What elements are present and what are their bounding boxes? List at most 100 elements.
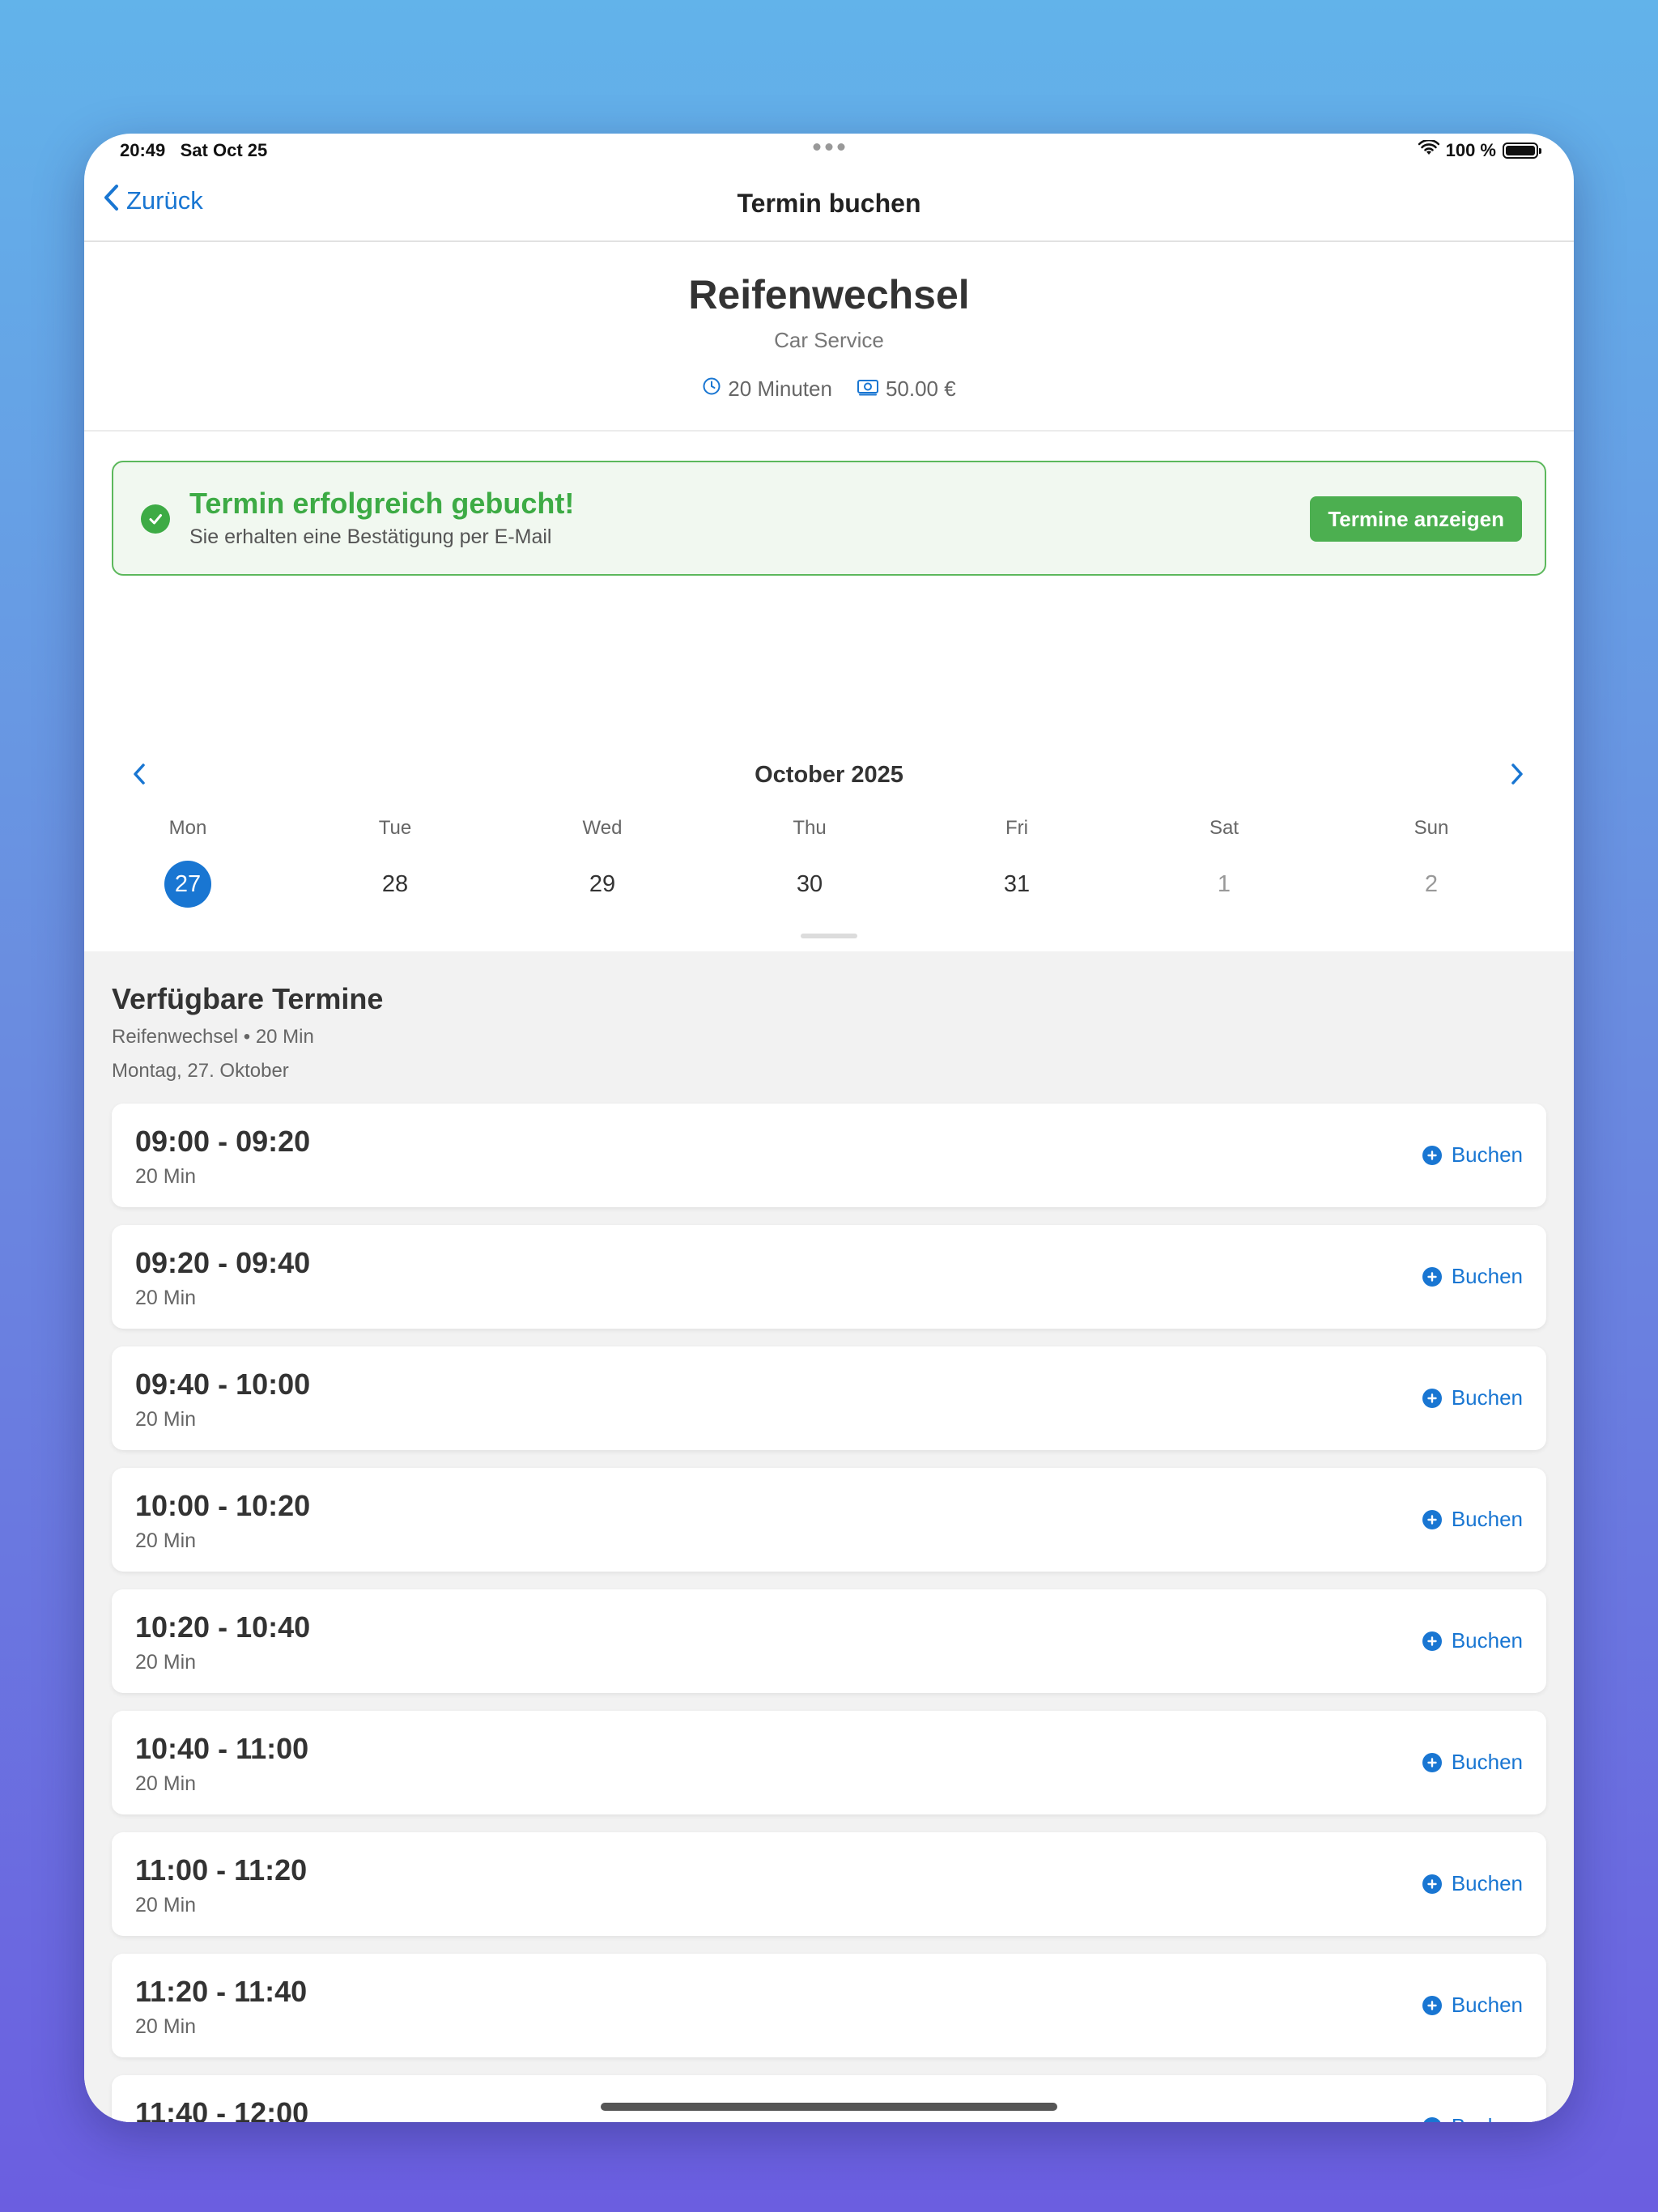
day-button[interactable]: 1 — [1201, 861, 1248, 908]
home-indicator[interactable] — [601, 2103, 1057, 2111]
time-slot-card[interactable]: 11:00 - 11:20 20 Min Buchen — [112, 1832, 1546, 1936]
day-button[interactable]: 31 — [993, 861, 1040, 908]
day-cell: 31 — [913, 861, 1120, 908]
time-slot-card[interactable]: 09:40 - 10:00 20 Min Buchen — [112, 1346, 1546, 1450]
slot-time: 09:40 - 10:00 — [135, 1368, 311, 1401]
chevron-left-icon — [102, 184, 120, 218]
book-button[interactable]: Buchen — [1422, 2114, 1523, 2122]
book-button[interactable]: Buchen — [1422, 1871, 1523, 1896]
price-info: 50.00 € — [857, 376, 956, 402]
success-message: Sie erhalten eine Bestätigung per E-Mail — [189, 525, 552, 548]
slots-date-label: Montag, 27. Oktober — [112, 1060, 289, 1082]
success-banner: Termin erfolgreich gebucht! Sie erhalten… — [112, 461, 1546, 576]
navigation-bar: Zurück Termin buchen — [84, 166, 1574, 242]
day-cell: 27 — [84, 861, 291, 908]
slot-time: 09:00 - 09:20 — [135, 1125, 311, 1158]
day-button[interactable]: 29 — [579, 861, 626, 908]
book-label: Buchen — [1451, 1264, 1523, 1288]
day-button[interactable]: 28 — [372, 861, 419, 908]
day-cell: 30 — [706, 861, 913, 908]
book-button[interactable]: Buchen — [1422, 1507, 1523, 1532]
slot-duration: 20 Min — [135, 1529, 197, 1552]
book-button[interactable]: Buchen — [1422, 1750, 1523, 1775]
time-slot-card[interactable]: 10:00 - 10:20 20 Min Buchen — [112, 1468, 1546, 1572]
back-label: Zurück — [126, 186, 203, 215]
slot-time: 11:20 - 11:40 — [135, 1975, 308, 2008]
slot-duration: 20 Min — [135, 1287, 197, 1309]
book-label: Buchen — [1451, 1628, 1523, 1653]
book-button[interactable]: Buchen — [1422, 1142, 1523, 1168]
book-label: Buchen — [1451, 1993, 1523, 2017]
book-label: Buchen — [1451, 1871, 1523, 1895]
status-date: Sat Oct 25 — [180, 140, 268, 160]
money-icon — [857, 376, 879, 402]
next-week-button[interactable] — [1509, 762, 1525, 790]
slot-duration: 20 Min — [135, 1408, 197, 1431]
day-button[interactable]: 30 — [786, 861, 833, 908]
status-bar: 20:49 Sat Oct 25 100 % — [84, 134, 1574, 166]
plus-circle-icon — [1422, 1145, 1442, 1165]
slot-time: 11:00 - 11:20 — [135, 1853, 308, 1887]
success-title: Termin erfolgreich gebucht! — [189, 487, 575, 520]
duration-info: 20 Minuten — [702, 376, 832, 402]
time-slot-card[interactable]: 09:00 - 09:20 20 Min Buchen — [112, 1104, 1546, 1207]
slot-time: 11:40 - 12:00 — [135, 2096, 309, 2122]
plus-circle-icon — [1422, 1388, 1442, 1408]
slot-time: 10:00 - 10:20 — [135, 1489, 311, 1522]
plus-circle-icon — [1422, 1509, 1442, 1529]
service-price: 50.00 € — [885, 376, 956, 401]
book-button[interactable]: Buchen — [1422, 1993, 1523, 2018]
sheet-handle[interactable] — [801, 934, 857, 938]
book-button[interactable]: Buchen — [1422, 1385, 1523, 1410]
weekday-label: Tue — [378, 817, 412, 839]
clock-icon — [702, 376, 721, 402]
battery-icon — [1503, 143, 1541, 159]
book-label: Buchen — [1451, 1142, 1523, 1167]
weekday-label: Sat — [1209, 817, 1239, 839]
time-slot-card[interactable]: 10:20 - 10:40 20 Min Buchen — [112, 1589, 1546, 1693]
book-button[interactable]: Buchen — [1422, 1628, 1523, 1653]
plus-circle-icon — [1422, 1752, 1442, 1772]
service-category: Car Service — [774, 328, 884, 352]
slot-duration: 20 Min — [135, 1894, 197, 1916]
slot-duration: 20 Min — [135, 2015, 197, 2038]
weekday-label: Thu — [793, 817, 827, 839]
slot-duration: 20 Min — [135, 1165, 197, 1188]
checkmark-circle-icon — [141, 504, 170, 534]
slot-time: 09:20 - 09:40 — [135, 1246, 311, 1279]
weekday-label: Sun — [1414, 817, 1449, 839]
day-button[interactable]: 2 — [1408, 861, 1455, 908]
slot-time: 10:20 - 10:40 — [135, 1610, 311, 1644]
day-row: 27 28 29 30 31 1 2 — [84, 861, 1574, 908]
page-title: Termin buchen — [737, 189, 921, 218]
wifi-icon — [1418, 138, 1439, 161]
slots-service-summary: Reifenwechsel • 20 Min — [112, 1026, 314, 1048]
time-slot-card[interactable]: 11:40 - 12:0020 MinBuchen — [112, 2075, 1546, 2122]
day-cell: 2 — [1328, 861, 1535, 908]
calendar-month: October 2025 — [755, 762, 903, 788]
plus-circle-icon — [1422, 1266, 1442, 1287]
back-button[interactable]: Zurück — [102, 184, 203, 218]
multitasking-dots-icon[interactable] — [813, 143, 845, 151]
book-button[interactable]: Buchen — [1422, 1264, 1523, 1289]
book-label: Buchen — [1451, 1750, 1523, 1774]
show-appointments-button[interactable]: Termine anzeigen — [1310, 496, 1522, 542]
day-cell: 29 — [499, 861, 706, 908]
plus-circle-icon — [1422, 1995, 1442, 2015]
time-slot-card[interactable]: 11:20 - 11:40 20 Min Buchen — [112, 1954, 1546, 2057]
status-time: 20:49 — [120, 140, 166, 160]
week-calendar: October 2025 Mon Tue Wed Thu Fri Sat Sun 27 28 2… — [84, 603, 1574, 951]
status-time-date: 20:49 Sat Oct 25 — [120, 140, 267, 161]
book-label: Buchen — [1451, 1385, 1523, 1410]
time-slot-card[interactable]: 09:20 - 09:40 20 Min Buchen — [112, 1225, 1546, 1329]
weekday-label: Fri — [1005, 817, 1028, 839]
available-slots-section: Verfügbare Termine Reifenwechsel • 20 Mi… — [84, 951, 1574, 2122]
ipad-screen: 20:49 Sat Oct 25 100 % Zurück Termin buc… — [84, 134, 1574, 2122]
plus-circle-icon — [1422, 1631, 1442, 1651]
time-slot-card[interactable]: 10:40 - 11:00 20 Min Buchen — [112, 1711, 1546, 1814]
day-selected[interactable]: 27 — [164, 861, 211, 908]
day-cell: 1 — [1120, 861, 1328, 908]
plus-circle-icon — [1422, 2116, 1442, 2122]
slot-duration: 20 Min — [135, 1651, 197, 1674]
slot-duration: 20 Min — [135, 1772, 197, 1795]
